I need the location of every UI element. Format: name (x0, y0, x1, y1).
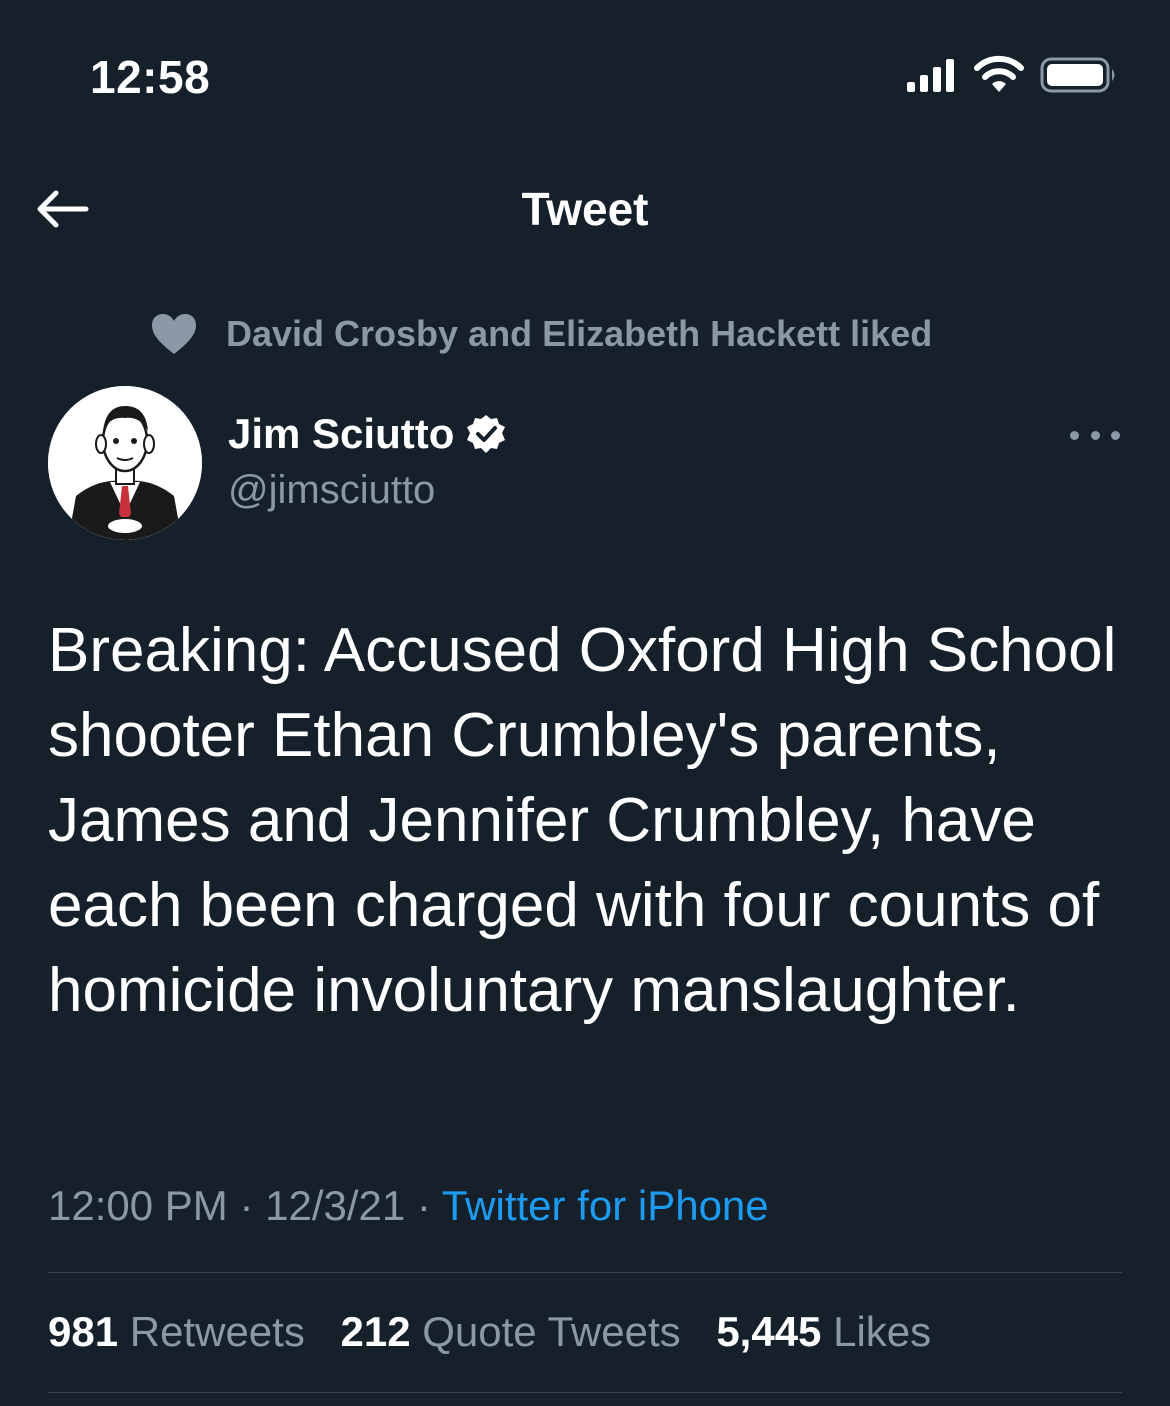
avatar[interactable] (48, 386, 202, 540)
author-name: Jim Sciutto (228, 410, 455, 457)
status-bar: 12:58 (0, 0, 1170, 150)
tweet-metadata: 12:00 PM · 12/3/21 · Twitter for iPhone (48, 1182, 769, 1230)
meta-separator: · (227, 1182, 266, 1229)
tweet-source-link[interactable]: Twitter for iPhone (442, 1182, 769, 1229)
likes-count: 5,445 (716, 1308, 822, 1355)
avatar-caricature-image (48, 386, 202, 540)
tweet-date[interactable]: 12/3/21 (265, 1182, 405, 1229)
engagement-stats: 981 Retweets 212 Quote Tweets 5,445 Like… (48, 1308, 955, 1356)
divider (48, 1272, 1122, 1273)
retweets-stat[interactable]: 981 Retweets (48, 1308, 305, 1355)
more-dot (1111, 430, 1120, 440)
retweets-count: 981 (48, 1308, 119, 1355)
navigation-bar: Tweet (0, 160, 1170, 260)
social-context-text: David Crosby and Elizabeth Hackett liked (226, 313, 933, 354)
more-options-button[interactable] (1070, 418, 1120, 452)
author-handle[interactable]: @jimsciutto (228, 468, 435, 513)
social-context[interactable]: David Crosby and Elizabeth Hackett liked (150, 308, 1130, 360)
divider (48, 1392, 1122, 1393)
quote-tweets-label: Quote Tweets (422, 1308, 681, 1355)
author-name-row[interactable]: Jim Sciutto (228, 410, 506, 458)
more-dot (1090, 430, 1100, 440)
heart-icon (152, 314, 196, 354)
quote-tweets-stat[interactable]: 212 Quote Tweets (341, 1308, 681, 1355)
verified-badge-icon (467, 415, 506, 453)
retweets-label: Retweets (129, 1308, 305, 1355)
quote-tweets-count: 212 (340, 1308, 411, 1355)
more-dot (1070, 430, 1079, 440)
tweet-time[interactable]: 12:00 PM (48, 1182, 228, 1229)
tweet-text: Breaking: Accused Oxford High School sho… (48, 616, 1117, 1025)
cellular-signal-icon (907, 59, 954, 92)
meta-separator: · (405, 1182, 442, 1229)
likes-stat[interactable]: 5,445 Likes (716, 1308, 931, 1355)
tweet-detail-screen: 12:58 Tweet David Crosby and Elizabeth H… (0, 0, 1170, 1406)
likes-label: Likes (833, 1308, 932, 1355)
status-time: 12:58 (90, 51, 211, 103)
battery-icon (1040, 57, 1115, 93)
page-title: Tweet (521, 183, 649, 235)
wifi-icon (974, 55, 1024, 92)
